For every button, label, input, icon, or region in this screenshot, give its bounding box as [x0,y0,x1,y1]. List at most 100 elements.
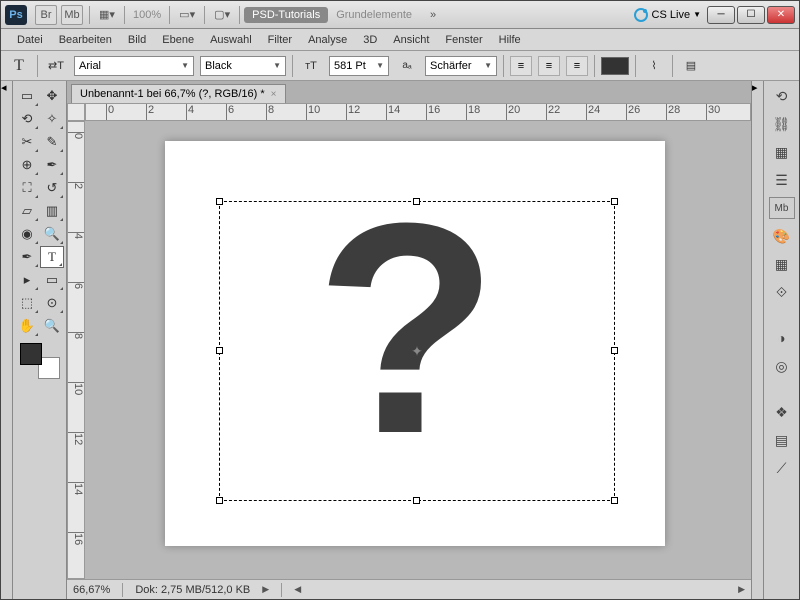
3d-object-tool[interactable]: ⬚ [15,292,39,314]
shape-tool[interactable]: ▭ [40,269,64,291]
menu-datei[interactable]: Datei [9,32,51,48]
history-brush-tool[interactable]: ↺ [40,177,64,199]
stamp-tool[interactable]: ⛶ [15,177,39,199]
scroll-right-icon[interactable]: ▶ [738,584,745,595]
status-zoom[interactable]: 66,67% [73,584,110,596]
masks-panel-icon[interactable]: ◎ [769,355,795,377]
left-dock-collapse[interactable]: ◂ [1,81,13,599]
actions-panel-icon[interactable]: ⛓ [769,113,795,135]
menu-auswahl[interactable]: Auswahl [202,32,260,48]
swatches-panel-icon[interactable]: ▦ [769,253,795,275]
minibridge-panel-icon[interactable]: Mb [769,197,795,219]
zoom-tool[interactable]: 🔍 [40,315,64,337]
workspace-psd-tutorials[interactable]: PSD-Tutorials [244,7,328,23]
menu-bild[interactable]: Bild [120,32,154,48]
handle-nw[interactable] [216,198,223,205]
history-panel-icon[interactable]: ⟲ [769,85,795,107]
canvas-area[interactable]: ? ✦ [85,121,751,579]
info-panel-icon[interactable]: ☰ [769,169,795,191]
right-dock-collapse[interactable]: ▸ [751,81,763,599]
healing-tool[interactable]: ⊕ [15,154,39,176]
foreground-background-colors[interactable] [20,343,60,379]
move-tool[interactable]: ✥ [40,85,64,107]
menu-ebene[interactable]: Ebene [154,32,202,48]
warp-text-icon[interactable]: ⌇ [642,55,666,77]
cs-live-button[interactable]: CS Live ▼ [634,8,701,22]
transform-anchor-icon[interactable]: ✦ [411,345,423,357]
transform-bounding-box[interactable]: ✦ [219,201,615,501]
path-select-tool[interactable]: ▸ [15,269,39,291]
window-minimize-button[interactable]: ─ [707,6,735,24]
magic-wand-tool[interactable]: ✧ [40,108,64,130]
canvas[interactable]: ? ✦ [165,141,665,546]
close-icon[interactable]: × [271,89,277,100]
menu-3d[interactable]: 3D [355,32,385,48]
styles-panel-icon[interactable]: ⟐ [769,281,795,303]
color-panel-icon[interactable]: 🎨 [769,225,795,247]
window-maximize-button[interactable]: ☐ [737,6,765,24]
status-menu-icon[interactable]: ▶ [262,584,269,595]
handle-e[interactable] [611,347,618,354]
ruler-origin[interactable] [67,103,85,121]
align-left-button[interactable]: ≡ [510,56,532,76]
foreground-color-swatch[interactable] [20,343,42,365]
crop-tool[interactable]: ✂ [15,131,39,153]
eyedropper-tool[interactable]: ✎ [40,131,64,153]
minibridge-icon[interactable]: Mb [61,5,83,25]
ruler-vertical[interactable]: 0246810121416 [67,121,85,579]
properties-panel-icon[interactable]: ▦ [769,141,795,163]
pen-tool[interactable]: ✒ [15,246,39,268]
character-panel-icon[interactable]: ▤ [679,55,703,77]
menu-bearbeiten[interactable]: Bearbeiten [51,32,120,48]
handle-w[interactable] [216,347,223,354]
toolbox: ▭ ✥ ⟲ ✧ ✂ ✎ ⊕ ✒ ⛶ ↺ ▱ ▥ ◉ 🔍 ✒ T ▸ ▭ ⬚ ⊙ [13,81,67,599]
handle-sw[interactable] [216,497,223,504]
font-size-input[interactable]: 581 Pt▼ [329,56,389,76]
font-family-select[interactable]: Arial▼ [74,56,194,76]
status-docinfo[interactable]: Dok: 2,75 MB/512,0 KB [135,584,250,596]
bridge-icon[interactable]: Br [35,5,57,25]
text-orientation-icon[interactable]: ⇄T [44,55,68,77]
channels-panel-icon[interactable]: ▤ [769,429,795,451]
dodge-tool[interactable]: 🔍 [40,223,64,245]
3d-camera-tool[interactable]: ⊙ [40,292,64,314]
blur-tool[interactable]: ◉ [15,223,39,245]
menu-hilfe[interactable]: Hilfe [491,32,529,48]
view-extras-icon[interactable]: ▦▾ [96,5,118,25]
document-tab[interactable]: Unbenannt-1 bei 66,7% (?, RGB/16) * × [71,84,286,103]
handle-n[interactable] [413,198,420,205]
eraser-tool[interactable]: ▱ [15,200,39,222]
antialias-value: Schärfer [430,60,472,72]
tool-preset-icon[interactable]: T [7,55,31,77]
workspace-more-icon[interactable]: » [422,5,444,25]
handle-s[interactable] [413,497,420,504]
workspace-grundelemente[interactable]: Grundelemente [328,7,420,23]
screen-mode-icon[interactable]: ▢▾ [211,5,233,25]
type-tool[interactable]: T [40,246,64,268]
paths-panel-icon[interactable]: ⟋ [769,457,795,479]
marquee-tool[interactable]: ▭ [15,85,39,107]
layers-panel-icon[interactable]: ❖ [769,401,795,423]
adjustments-panel-icon[interactable]: ◑ [769,327,795,349]
antialias-select[interactable]: Schärfer▼ [425,56,497,76]
menu-analyse[interactable]: Analyse [300,32,355,48]
font-style-select[interactable]: Black▼ [200,56,286,76]
menu-filter[interactable]: Filter [260,32,300,48]
align-right-button[interactable]: ≡ [566,56,588,76]
handle-se[interactable] [611,497,618,504]
window-close-button[interactable]: ✕ [767,6,795,24]
handle-ne[interactable] [611,198,618,205]
scroll-left-icon[interactable]: ◀ [294,584,301,595]
hand-tool[interactable]: ✋ [15,315,39,337]
panel-dock: ⟲ ⛓ ▦ ☰ Mb 🎨 ▦ ⟐ ◑ ◎ ❖ ▤ ⟋ [763,81,799,599]
menu-ansicht[interactable]: Ansicht [385,32,437,48]
ruler-horizontal[interactable]: 024681012141618202224262830 [85,103,751,121]
text-color-swatch[interactable] [601,57,629,75]
brush-tool[interactable]: ✒ [40,154,64,176]
lasso-tool[interactable]: ⟲ [15,108,39,130]
arrange-icon[interactable]: ▭▾ [176,5,198,25]
gradient-tool[interactable]: ▥ [40,200,64,222]
align-center-button[interactable]: ≡ [538,56,560,76]
menu-fenster[interactable]: Fenster [437,32,490,48]
zoom-level[interactable]: 100% [133,9,161,21]
